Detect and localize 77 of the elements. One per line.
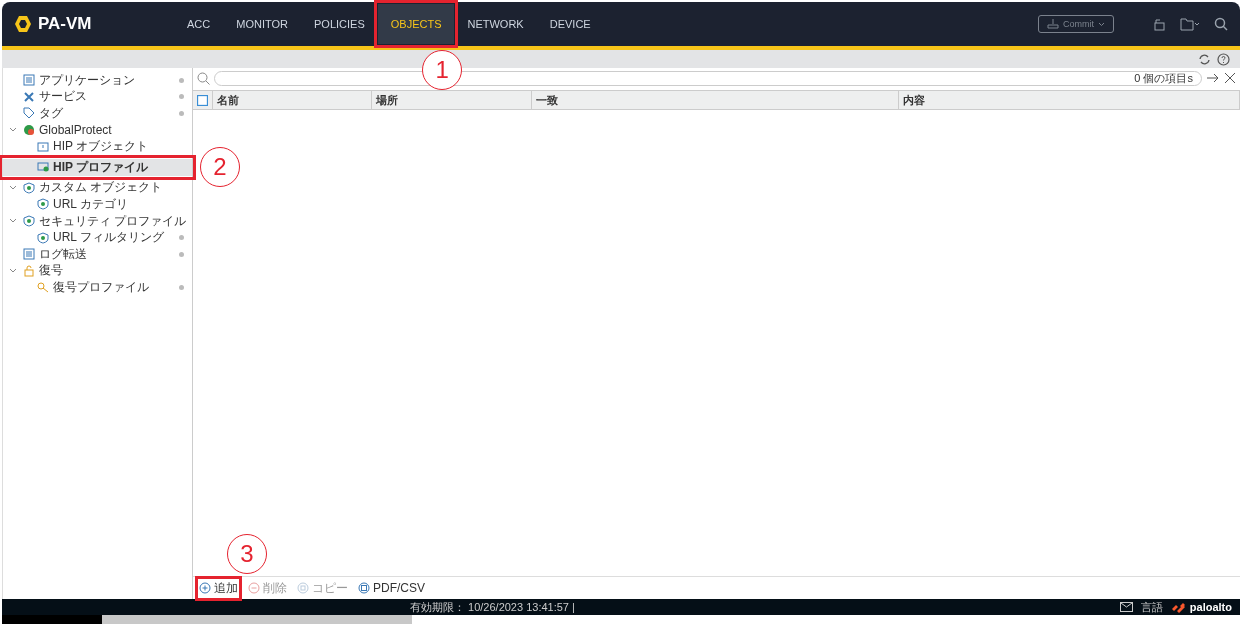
- chevron-down-icon[interactable]: [9, 266, 17, 275]
- tree-label: URL カテゴリ: [53, 195, 128, 213]
- info-icon: [37, 140, 49, 153]
- shield-icon: [37, 231, 49, 244]
- nav-tab[interactable]: DEVICE: [536, 4, 604, 44]
- tree-label: アプリケーション: [39, 71, 135, 89]
- help-icon[interactable]: [1217, 52, 1230, 66]
- tree-label: 復号プロファイル: [53, 278, 149, 296]
- globe-icon: [23, 124, 35, 137]
- folder-icon[interactable]: [1180, 17, 1200, 31]
- chevron-down-icon[interactable]: [9, 183, 17, 192]
- nav-tab[interactable]: POLICIES: [301, 4, 378, 44]
- nav-tab[interactable]: ACC: [174, 4, 224, 44]
- refresh-icon[interactable]: [1198, 52, 1211, 66]
- lock-icon: [23, 264, 35, 277]
- document-icon: [358, 582, 370, 594]
- tree-item[interactable]: URL カテゴリ: [3, 196, 192, 213]
- tree-item[interactable]: HIP オブジェクト: [3, 138, 192, 155]
- tree-label: GlobalProtect: [39, 123, 112, 138]
- toolbar-button[interactable]: PDF/CSV: [358, 581, 425, 595]
- step-number: 1: [422, 50, 463, 90]
- tree-label: URL フィルタリング: [53, 229, 164, 247]
- shield-icon: [23, 181, 35, 194]
- arrow-right-icon[interactable]: [1206, 72, 1220, 84]
- brand-name: paloalto: [1189, 601, 1232, 613]
- tree-item[interactable]: 復号: [3, 262, 192, 280]
- list-icon: [23, 248, 35, 261]
- tree-item[interactable]: カスタム オブジェクト: [3, 179, 192, 197]
- tree-label: タグ: [39, 105, 63, 122]
- tree-item[interactable]: アプリケーション: [3, 72, 192, 89]
- tag-icon: [23, 107, 35, 120]
- add-icon: [199, 582, 211, 594]
- tree-item[interactable]: URL フィルタリング: [3, 229, 192, 246]
- tree-label: 復号: [39, 262, 63, 280]
- column-header[interactable]: 名前: [213, 91, 372, 109]
- tree-label: HIP プロファイル: [53, 158, 149, 176]
- license-expiry: 有効期限： 10/26/2023 13:41:57 |: [410, 599, 575, 615]
- download-icon: [1047, 19, 1059, 29]
- mail-icon[interactable]: [1119, 602, 1133, 612]
- tree-label: セキュリティ プロファイル: [39, 212, 187, 230]
- nav-tab[interactable]: MONITOR: [223, 4, 301, 44]
- copy-icon: [297, 582, 309, 594]
- monitor-icon: [37, 161, 49, 174]
- search-icon[interactable]: [1214, 17, 1228, 31]
- item-count: 0 個の項目s: [1134, 70, 1193, 86]
- caret-icon: [1098, 21, 1105, 27]
- product-name: PA-VM: [38, 14, 92, 34]
- tree-item[interactable]: サービス: [3, 88, 192, 106]
- step-number: 3: [227, 533, 267, 574]
- toolbar-button[interactable]: 追加: [199, 579, 238, 597]
- column-header[interactable]: 場所: [372, 91, 532, 109]
- step-number: 2: [200, 146, 240, 187]
- key-icon: [37, 281, 49, 294]
- tree-item[interactable]: ログ転送: [3, 245, 192, 263]
- column-header[interactable]: 一致: [532, 91, 899, 109]
- shield-icon: [37, 198, 49, 211]
- language-link[interactable]: 言語: [1140, 599, 1163, 615]
- list-icon: [23, 74, 35, 87]
- tree-item[interactable]: GlobalProtect: [3, 121, 192, 139]
- tree-label: サービス: [39, 88, 87, 106]
- minus-icon: [248, 582, 260, 594]
- tree-item[interactable]: セキュリティ プロファイル: [3, 212, 192, 230]
- column-header[interactable]: 内容: [899, 91, 1240, 109]
- tree-label: カスタム オブジェクト: [39, 179, 163, 197]
- checkbox[interactable]: [197, 94, 208, 106]
- nav-tab[interactable]: NETWORK: [454, 4, 537, 44]
- tree-label: ログ転送: [39, 245, 87, 263]
- logo-icon: [14, 15, 32, 33]
- shield-icon: [23, 215, 35, 228]
- tree-item[interactable]: 復号プロファイル: [3, 279, 192, 296]
- search-icon: [197, 71, 210, 85]
- close-icon[interactable]: [1224, 72, 1236, 84]
- brand-icon: [1170, 601, 1187, 613]
- lock-icon[interactable]: [1152, 17, 1166, 31]
- commit-button[interactable]: Commit: [1038, 15, 1114, 33]
- tree-item[interactable]: タグ: [3, 105, 192, 122]
- tree-label: HIP オブジェクト: [53, 138, 149, 156]
